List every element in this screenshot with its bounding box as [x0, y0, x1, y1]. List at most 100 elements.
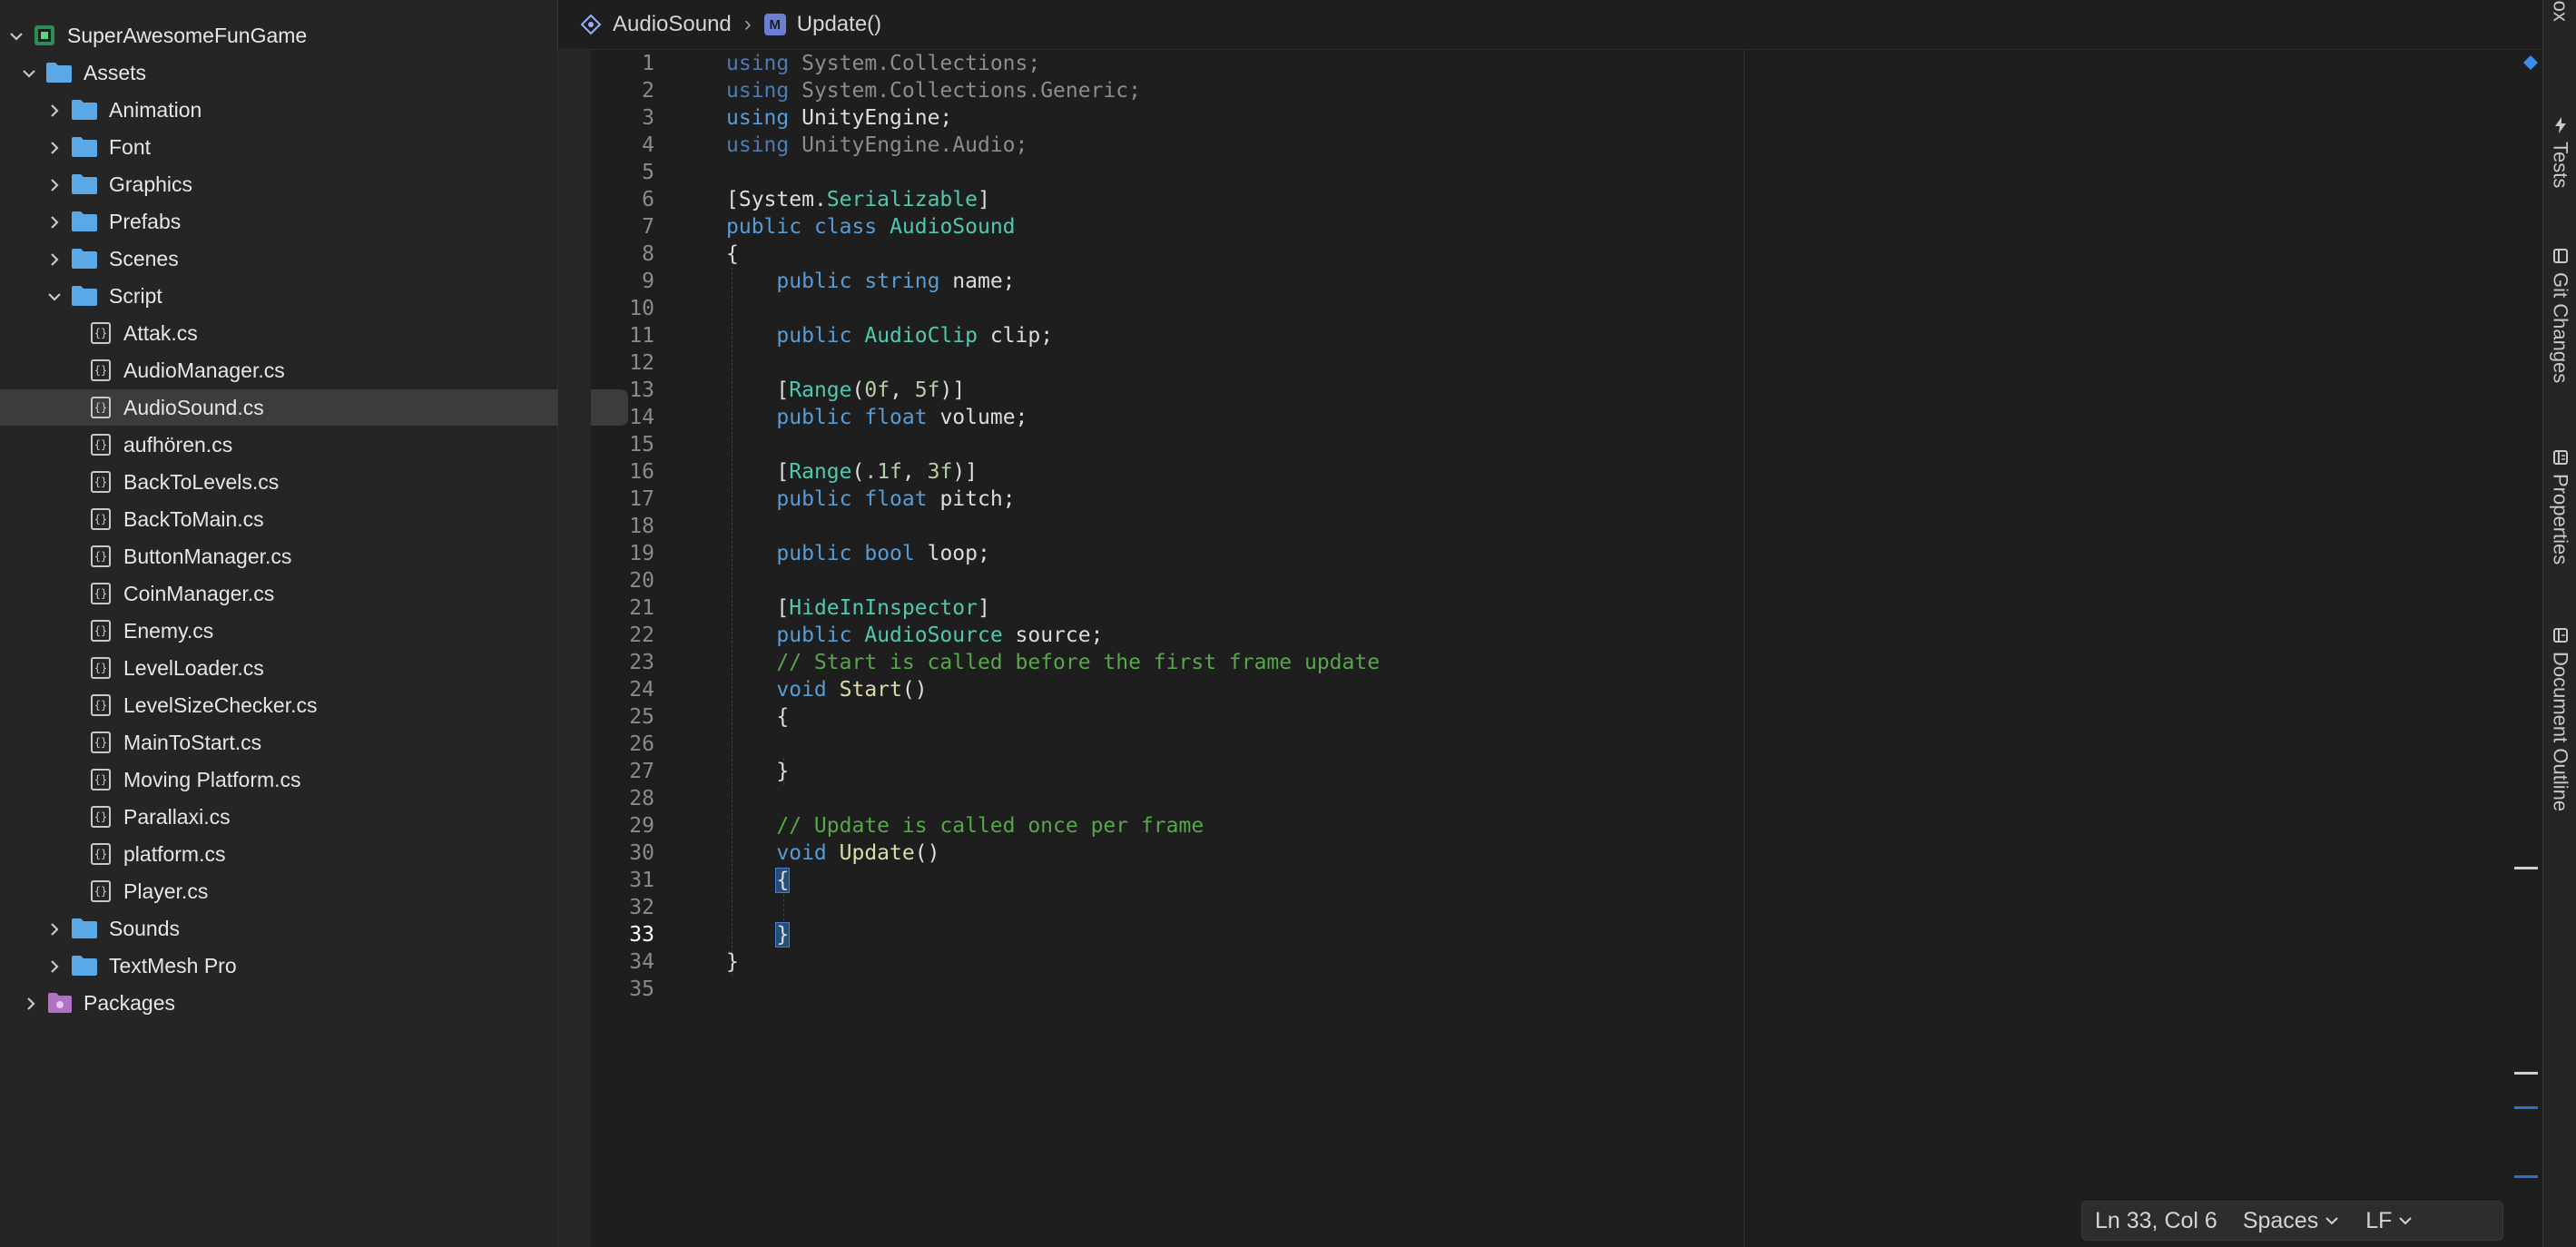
chevron-down-icon[interactable] — [7, 26, 25, 44]
csharp-file-icon: {} — [91, 359, 111, 381]
line-number: 1 — [642, 52, 654, 75]
file-item[interactable]: {} BackToMain.cs — [0, 501, 628, 537]
tree-item-solution[interactable]: SuperAwesomeFunGame — [0, 17, 545, 54]
file-label: ButtonManager.cs — [123, 544, 292, 568]
tree-item-assets[interactable]: Assets — [0, 54, 557, 91]
cursor-position[interactable]: Ln 33, Col 6 — [2082, 1208, 2230, 1234]
tree-item-prefabs[interactable]: Prefabs — [0, 203, 583, 240]
tab-properties[interactable]: Properties — [2543, 448, 2576, 565]
tab-tests[interactable]: Tests — [2543, 116, 2576, 188]
tree-item-sounds[interactable]: Sounds — [0, 910, 583, 947]
csharp-file-icon: {} — [91, 806, 111, 828]
file-item[interactable]: {} CoinManager.cs — [0, 575, 628, 612]
line-number: 32 — [629, 896, 654, 919]
line-number: 3 — [642, 106, 654, 130]
chevron-down-icon — [2399, 1217, 2413, 1225]
line-number: 30 — [629, 841, 654, 865]
tree-label: Scenes — [109, 246, 179, 270]
method-icon: M — [763, 14, 786, 35]
file-item[interactable]: {} aufhören.cs — [0, 427, 628, 463]
breadcrumb: AudioSound › M Update() — [558, 0, 2542, 50]
code-line: void Update() — [776, 841, 940, 865]
folder-icon — [72, 137, 97, 157]
file-item[interactable]: {} Enemy.cs — [0, 613, 628, 649]
csharp-file-icon: {} — [91, 620, 111, 642]
csharp-file-icon: {} — [91, 434, 111, 456]
tree-item-font[interactable]: Font — [0, 129, 583, 165]
file-item[interactable]: {} MainToStart.cs — [0, 724, 628, 761]
code-line: [Range(0f, 5f)] — [776, 378, 966, 402]
line-number-current: 33 — [629, 923, 654, 947]
chevron-right-icon[interactable] — [45, 250, 64, 268]
tab-toolbox[interactable]: Toolbox — [2543, 0, 2576, 22]
code-line: // Start is called before the first fram… — [776, 651, 1381, 674]
breadcrumb-class[interactable]: AudioSound — [580, 12, 732, 37]
tree-label: Prefabs — [109, 209, 182, 233]
chevron-right-icon[interactable] — [45, 175, 64, 193]
tree-item-script[interactable]: Script — [0, 278, 583, 314]
tree-item-graphics[interactable]: Graphics — [0, 166, 583, 202]
file-label: CoinManager.cs — [123, 581, 275, 605]
line-number: 13 — [629, 378, 654, 402]
code-line: public AudioSource source; — [776, 624, 1104, 647]
folder-icon — [72, 286, 97, 306]
csharp-file-icon: {} — [91, 471, 111, 493]
file-item[interactable]: {} Player.cs — [0, 873, 628, 909]
chevron-right-icon[interactable] — [45, 138, 64, 156]
scroll-marker — [2514, 1106, 2538, 1109]
indentation-dropdown[interactable]: Spaces — [2230, 1208, 2353, 1234]
line-number: 24 — [629, 678, 654, 702]
file-item[interactable]: {} AudioManager.cs — [0, 352, 628, 388]
chevron-right-icon[interactable] — [45, 101, 64, 119]
line-number: 17 — [629, 487, 654, 511]
csharp-file-icon: {} — [91, 880, 111, 902]
tab-document-outline[interactable]: Document Outline — [2543, 626, 2576, 811]
line-endings-dropdown[interactable]: LF — [2353, 1208, 2426, 1234]
tree-item-scenes[interactable]: Scenes — [0, 241, 583, 277]
file-item[interactable]: {} platform.cs — [0, 836, 628, 872]
tree-item-textmesh-pro[interactable]: TextMesh Pro — [0, 948, 583, 984]
matched-brace: { — [775, 868, 791, 893]
file-item-selected[interactable]: {} AudioSound.cs — [0, 389, 628, 426]
code-line: public float volume; — [776, 406, 1028, 429]
file-label: LevelLoader.cs — [123, 655, 264, 680]
chevron-right-icon[interactable] — [45, 212, 64, 231]
file-label: Attak.cs — [123, 320, 198, 345]
chevron-down-icon[interactable] — [45, 287, 64, 305]
line-number: 4 — [642, 133, 654, 157]
matched-brace: } — [775, 922, 791, 948]
tab-document-outline-label: Document Outline — [2549, 652, 2572, 812]
tool-window-strip: Toolbox Tests Git Changes Properties Doc… — [2542, 0, 2576, 1247]
line-number: 7 — [642, 215, 654, 239]
file-label: Player.cs — [123, 879, 209, 903]
chevron-right-icon[interactable] — [45, 957, 64, 975]
file-item[interactable]: {} LevelLoader.cs — [0, 650, 628, 686]
code-line: { — [726, 867, 791, 894]
file-item[interactable]: {} Parallaxi.cs — [0, 799, 628, 835]
file-item[interactable]: {} ButtonManager.cs — [0, 538, 628, 574]
file-item[interactable]: {} LevelSizeChecker.cs — [0, 687, 628, 723]
file-item[interactable]: {} BackToLevels.cs — [0, 464, 628, 500]
chevron-right-icon[interactable] — [22, 994, 40, 1012]
overview-scrollbar[interactable] — [2514, 50, 2542, 1247]
tree-item-packages[interactable]: Packages — [0, 985, 559, 1021]
tree-item-animation[interactable]: Animation — [0, 92, 583, 128]
file-item[interactable]: {} Moving Platform.cs — [0, 761, 628, 798]
tree-label: Assets — [84, 60, 147, 84]
chevron-down-icon[interactable] — [20, 64, 38, 82]
csharp-file-icon: {} — [91, 545, 111, 567]
code-line: [Range(.1f, 3f)] — [776, 460, 978, 484]
tree-label: Script — [109, 283, 162, 308]
csharp-file-icon: {} — [91, 583, 111, 604]
tree-label: Packages — [84, 990, 176, 1015]
line-number: 21 — [629, 596, 654, 620]
chevron-right-icon[interactable] — [45, 919, 64, 938]
breadcrumb-method[interactable]: M Update() — [763, 12, 881, 37]
line-number: 26 — [629, 732, 654, 756]
packages-icon — [48, 993, 72, 1013]
tab-git-changes[interactable]: Git Changes — [2543, 247, 2576, 383]
breadcrumb-class-label: AudioSound — [613, 12, 732, 36]
code-editor[interactable]: 1 2 3 4 5 6 7 8 9 10 11 12 13 14 15 16 1… — [591, 50, 2542, 1247]
line-number: 14 — [629, 406, 654, 429]
file-item[interactable]: {} Attak.cs — [0, 315, 628, 351]
